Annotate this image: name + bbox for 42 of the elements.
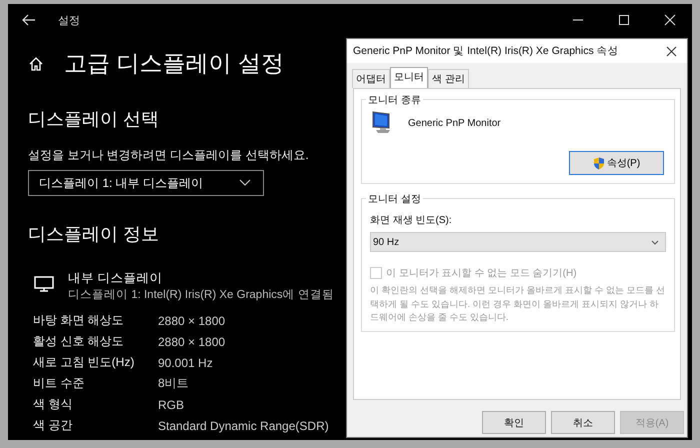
info-value: Standard Dynamic Range(SDR) (158, 418, 329, 432)
dialog-title: Generic PnP Monitor 및 Intel(R) Iris(R) Xe Graphics 속성 (353, 44, 619, 58)
display-name: 내부 디스플레이 (68, 270, 164, 287)
shield-icon (592, 156, 605, 170)
display-connection: 디스플레이 1: Intel(R) Iris(R) Xe Graphics에 연결됨 (68, 288, 334, 302)
warning-text: 이 확인란의 선택을 해제하면 모니터가 올바르게 표시할 수 없는 모드를 선택하게 될 수도 있습니다. 이런 경우 화면이 올바르게 표시되지 않거나 하드웨어에 손상을 줄 수도 있습니다. (370, 284, 666, 324)
info-label: 새로 고침 빈도(Hz) (33, 354, 136, 371)
maximize-icon[interactable] (618, 14, 630, 26)
info-value: 8비트 (158, 375, 189, 392)
group-legend: 모니터 종류 (366, 93, 423, 107)
group-legend: 모니터 설정 (366, 192, 423, 206)
window-title: 설정 (58, 12, 80, 28)
monitor-name: Generic PnP Monitor (408, 118, 501, 128)
display-dropdown[interactable]: 디스플레이 1: 내부 디스플레이 (28, 170, 264, 196)
info-value: RGB (158, 398, 184, 412)
properties-button[interactable]: 속성(P) (569, 151, 664, 175)
chevron-icon (239, 179, 251, 187)
tab[interactable]: 색 관리 (428, 69, 469, 88)
section-title: 디스플레이 선택 (28, 108, 160, 131)
tab[interactable]: 어댑터 (352, 69, 390, 88)
section-title: 디스플레이 정보 (28, 223, 160, 246)
field-label: 화면 재생 빈도(S): (370, 214, 453, 227)
page-heading: 고급 디스플레이 설정 (64, 49, 284, 78)
dialog-button[interactable]: 취소 (551, 411, 615, 434)
info-label: 활성 신호 해상도 (33, 333, 125, 350)
chevron-icon (651, 240, 659, 244)
info-label: 색 형식 (33, 396, 74, 413)
dialog-button[interactable]: 확인 (482, 411, 546, 434)
info-value: 90.001 Hz (158, 356, 213, 370)
close-icon[interactable] (666, 46, 677, 56)
hint-text: 설정을 보거나 변경하려면 디스플레이를 선택하세요. (28, 147, 309, 164)
info-value: 2880 × 1800 (158, 314, 226, 328)
home-icon[interactable] (28, 56, 44, 72)
tab[interactable]: 모니터 (390, 67, 428, 88)
back-arrow-icon[interactable] (22, 14, 36, 26)
refresh-rate-dropdown[interactable]: 90 Hz (370, 232, 666, 252)
info-label: 바탕 화면 해상도 (33, 312, 125, 329)
monitor-icon (34, 276, 54, 292)
info-label: 비트 수준 (33, 375, 86, 392)
info-label: 색 공간 (33, 417, 74, 434)
checkbox-label: 이 모니터가 표시할 수 없는 모드 숨기기(H) (386, 267, 577, 280)
info-value: 2880 × 1800 (158, 334, 226, 348)
